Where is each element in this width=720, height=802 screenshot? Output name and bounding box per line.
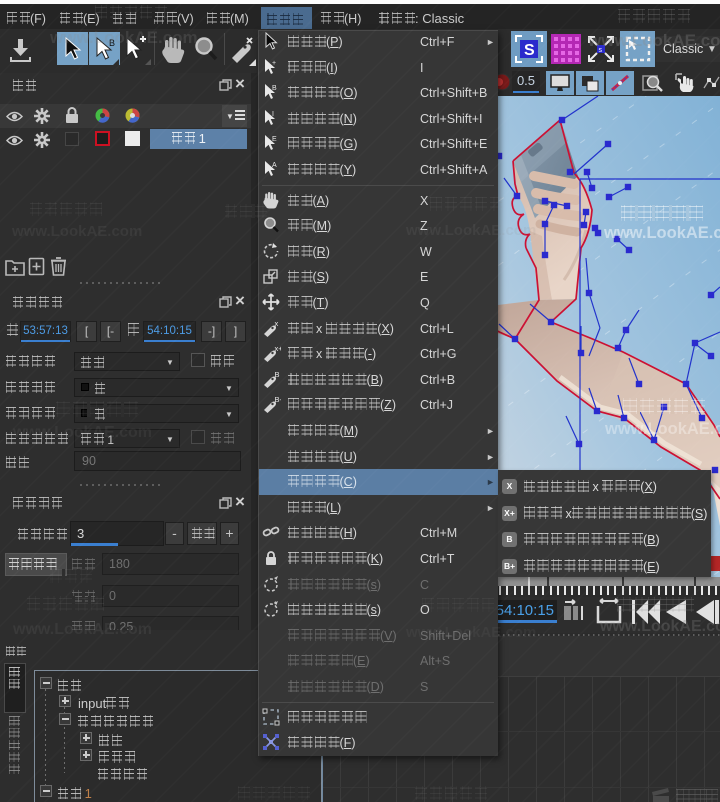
svg-text:S: S (524, 42, 535, 59)
svg-text:B+: B+ (275, 395, 282, 404)
svg-text:B: B (272, 85, 277, 92)
svg-text:I: I (272, 111, 274, 118)
svg-text:x+: x+ (275, 344, 282, 353)
svg-text:x: x (275, 319, 279, 328)
svg-text:+: + (272, 60, 276, 67)
svg-text:B: B (275, 370, 280, 379)
svg-text:A: A (272, 162, 277, 169)
svg-text:*: * (274, 600, 277, 609)
svg-text:E: E (272, 136, 277, 143)
